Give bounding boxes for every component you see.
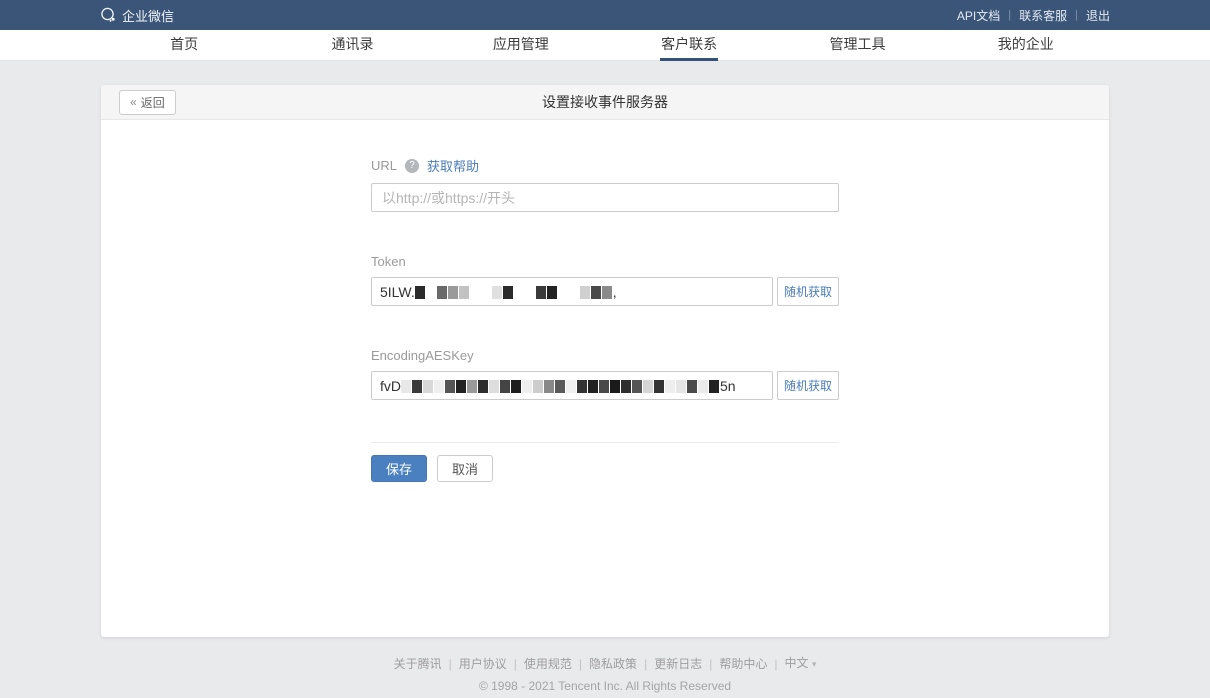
- save-button[interactable]: 保存: [371, 455, 427, 482]
- aeskey-redaction-mosaic: [401, 378, 720, 394]
- topbar-link-logout[interactable]: 退出: [1086, 7, 1110, 24]
- aeskey-label: EncodingAESKey: [371, 348, 474, 363]
- get-help-link[interactable]: 获取帮助: [427, 156, 479, 175]
- url-field-group: URL ? 获取帮助: [371, 156, 839, 212]
- separator: |: [1008, 9, 1011, 21]
- token-label: Token: [371, 254, 406, 269]
- token-value-prefix: 5ILW.: [380, 284, 415, 300]
- footer-links: 关于腾讯 | 用户协议 | 使用规范 | 隐私政策 | 更新日志 | 帮助中心 …: [0, 653, 1210, 674]
- separator: |: [449, 654, 452, 674]
- aeskey-random-generate-button[interactable]: 随机获取: [777, 371, 839, 400]
- footer-link-about-tencent[interactable]: 关于腾讯: [394, 654, 442, 674]
- nav-tab-contacts[interactable]: 通讯录: [268, 30, 436, 61]
- token-input[interactable]: 5ILW. ,: [371, 277, 773, 306]
- separator: |: [709, 654, 712, 674]
- token-value-suffix: ,: [613, 284, 617, 300]
- footer-link-privacy-policy[interactable]: 隐私政策: [589, 654, 637, 674]
- footer-link-user-agreement[interactable]: 用户协议: [459, 654, 507, 674]
- card-header: « 返回 设置接收事件服务器: [101, 85, 1109, 120]
- aeskey-value-suffix: 5n: [720, 378, 736, 394]
- aeskey-field-group: EncodingAESKey fvD 5n 随机获取: [371, 348, 839, 400]
- wecom-logo: 企业微信: [100, 6, 174, 25]
- settings-card: « 返回 设置接收事件服务器 URL ? 获取帮助: [101, 85, 1109, 637]
- separator: |: [514, 654, 517, 674]
- token-field-group: Token 5ILW. , 随机获取: [371, 254, 839, 306]
- card-body: URL ? 获取帮助 Token 5ILW. ,: [101, 120, 1109, 482]
- footer-link-help-center[interactable]: 帮助中心: [719, 654, 767, 674]
- url-input[interactable]: [371, 183, 839, 212]
- nav-tab-app-management[interactable]: 应用管理: [437, 30, 605, 61]
- token-redaction-mosaic: [415, 284, 613, 300]
- main-nav: 首页 通讯录 应用管理 客户联系 管理工具 我的企业: [0, 30, 1210, 61]
- main-content: « 返回 设置接收事件服务器 URL ? 获取帮助: [0, 61, 1210, 637]
- form-actions: 保存 取消: [371, 455, 839, 482]
- nav-tab-my-company[interactable]: 我的企业: [942, 30, 1110, 61]
- footer-link-changelog[interactable]: 更新日志: [654, 654, 702, 674]
- language-label: 中文: [784, 656, 808, 670]
- language-selector[interactable]: 中文 ▾: [784, 653, 816, 674]
- nav-tab-admin-tools[interactable]: 管理工具: [773, 30, 941, 61]
- topbar-links: API文档 | 联系客服 | 退出: [957, 7, 1110, 24]
- token-random-generate-button[interactable]: 随机获取: [777, 277, 839, 306]
- cancel-button[interactable]: 取消: [437, 455, 493, 482]
- server-config-form: URL ? 获取帮助 Token 5ILW. ,: [371, 156, 839, 482]
- separator: |: [579, 654, 582, 674]
- nav-tab-customer-contact[interactable]: 客户联系: [605, 30, 773, 61]
- url-label: URL: [371, 158, 397, 173]
- copyright-text: © 1998 - 2021 Tencent Inc. All Rights Re…: [0, 676, 1210, 696]
- aeskey-value-prefix: fvD: [380, 378, 401, 394]
- page-title: 设置接收事件服务器: [101, 92, 1109, 112]
- topbar-link-api-docs[interactable]: API文档: [957, 7, 1000, 24]
- help-icon[interactable]: ?: [405, 159, 419, 173]
- separator: |: [644, 654, 647, 674]
- separator: |: [774, 654, 777, 674]
- footer: 关于腾讯 | 用户协议 | 使用规范 | 隐私政策 | 更新日志 | 帮助中心 …: [0, 653, 1210, 696]
- aeskey-input[interactable]: fvD 5n: [371, 371, 773, 400]
- separator: |: [1075, 9, 1078, 21]
- chevron-down-icon: ▾: [812, 659, 817, 669]
- logo-text: 企业微信: [122, 6, 174, 25]
- form-divider: [371, 442, 839, 443]
- nav-tab-home[interactable]: 首页: [100, 30, 268, 61]
- footer-link-usage-rules[interactable]: 使用规范: [524, 654, 572, 674]
- topbar: 企业微信 API文档 | 联系客服 | 退出: [0, 0, 1210, 30]
- topbar-link-support[interactable]: 联系客服: [1019, 7, 1067, 24]
- chat-bubble-icon: [100, 7, 117, 23]
